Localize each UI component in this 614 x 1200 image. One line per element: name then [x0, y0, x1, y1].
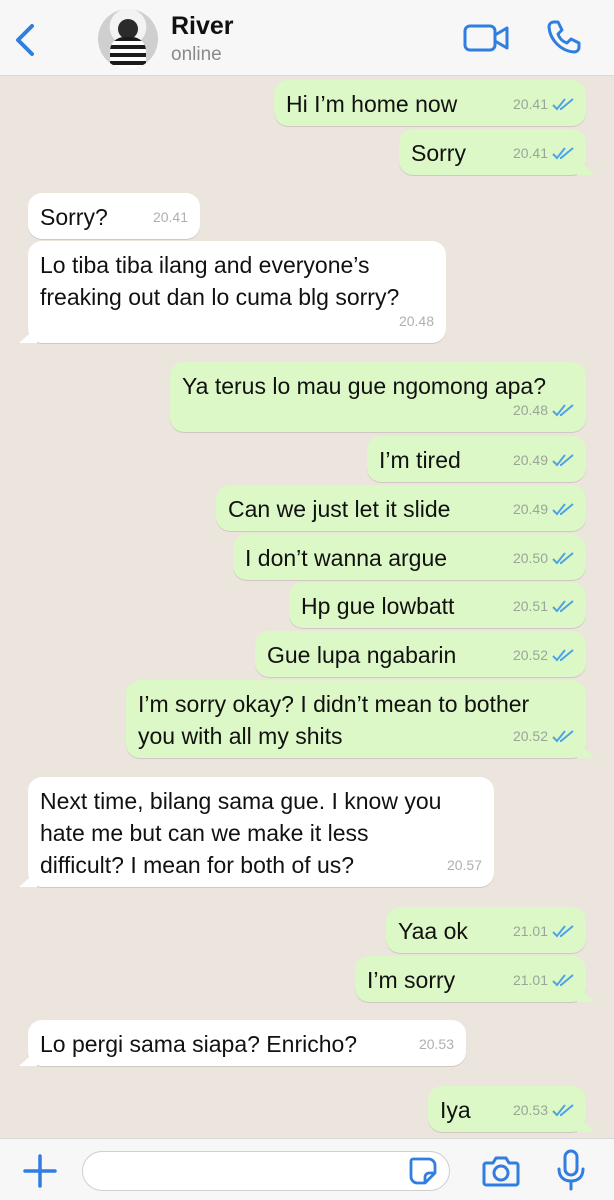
message-time: 20.53	[418, 1036, 454, 1052]
message-bubble-outgoing[interactable]: Sorry 20.41	[399, 129, 595, 175]
message-time: 20.41	[512, 145, 548, 161]
message-bubble-outgoing[interactable]: I don’t wanna argue 20.50	[233, 534, 586, 580]
double-check-icon	[552, 925, 574, 938]
message-meta: 20.48	[513, 394, 574, 426]
double-check-icon	[552, 974, 574, 987]
message-time: 20.57	[446, 857, 482, 873]
message-meta: 20.41	[513, 88, 574, 120]
message-meta: 21.01	[513, 915, 574, 947]
double-check-icon	[552, 454, 574, 467]
message-time: 20.49	[512, 452, 548, 468]
message-time: 20.48	[398, 313, 434, 329]
message-time: 20.48	[512, 402, 548, 418]
message-meta: 20.57	[447, 849, 482, 881]
message-meta: 20.53	[419, 1028, 454, 1060]
microphone-icon[interactable]	[556, 1149, 586, 1191]
composer-bar	[0, 1138, 614, 1200]
double-check-icon	[552, 503, 574, 516]
message-meta: 20.41	[513, 137, 574, 169]
message-text: I don’t wanna argue	[245, 545, 448, 571]
message-meta: 20.48	[399, 305, 434, 337]
double-check-icon	[552, 552, 574, 565]
contact-status: online	[171, 44, 222, 65]
message-bubble-outgoing[interactable]: Can we just let it slide 20.49	[216, 485, 586, 531]
message-text: Ya terus lo mau gue ngomong apa?	[182, 373, 546, 399]
double-check-icon	[552, 600, 574, 613]
message-input[interactable]	[82, 1151, 450, 1191]
message-time: 20.50	[512, 550, 548, 566]
message-meta: 20.41	[153, 201, 188, 233]
message-text: Next time, bilang sama gue. I know you h…	[40, 788, 442, 878]
message-time: 20.41	[152, 209, 188, 225]
double-check-icon	[552, 147, 574, 160]
message-bubble-outgoing[interactable]: Hi I’m home now 20.41	[274, 80, 586, 126]
plus-icon[interactable]	[22, 1153, 58, 1189]
message-bubble-outgoing[interactable]: Ya terus lo mau gue ngomong apa? 20.48	[170, 362, 586, 432]
double-check-icon	[552, 649, 574, 662]
double-check-icon	[552, 730, 574, 743]
message-bubble-outgoing[interactable]: Hp gue lowbatt 20.51	[289, 582, 586, 628]
message-bubble-outgoing[interactable]: Iya 20.53	[428, 1086, 595, 1132]
message-bubble-outgoing[interactable]: I’m sorry okay? I didn’t mean to bother …	[126, 680, 595, 758]
phone-icon[interactable]	[545, 18, 583, 56]
message-text: Lo tiba tiba ilang and everyone’s freaki…	[40, 252, 400, 310]
message-bubble-outgoing[interactable]: I’m sorry 21.01	[355, 956, 595, 1002]
sticker-icon[interactable]	[407, 1155, 439, 1187]
double-check-icon	[552, 404, 574, 417]
message-meta: 20.49	[513, 444, 574, 476]
message-text: Hp gue lowbatt	[301, 593, 455, 619]
contact-name[interactable]: River	[171, 12, 234, 41]
message-bubble-outgoing[interactable]: Gue lupa ngabarin 20.52	[255, 631, 586, 677]
message-time: 20.51	[512, 598, 548, 614]
message-time: 21.01	[512, 923, 548, 939]
message-meta: 21.01	[513, 964, 574, 996]
message-time: 20.53	[512, 1102, 548, 1118]
message-meta: 20.52	[513, 639, 574, 671]
message-bubble-incoming[interactable]: Sorry? 20.41	[28, 193, 200, 239]
message-time: 20.41	[512, 96, 548, 112]
message-text: Sorry	[411, 140, 466, 166]
message-bubble-outgoing[interactable]: I’m tired 20.49	[367, 436, 586, 482]
message-bubble-incoming[interactable]: Lo tiba tiba ilang and everyone’s freaki…	[19, 241, 446, 343]
message-text: I’m sorry	[367, 967, 456, 993]
chevron-left-icon[interactable]	[10, 20, 40, 60]
video-camera-icon[interactable]	[462, 20, 510, 56]
double-check-icon	[552, 1104, 574, 1117]
camera-icon[interactable]	[482, 1153, 520, 1189]
message-text: Sorry?	[40, 204, 108, 230]
message-meta: 20.52	[513, 720, 574, 752]
double-check-icon	[552, 98, 574, 111]
message-text: Yaa ok	[398, 918, 468, 944]
message-time: 20.52	[512, 647, 548, 663]
message-text: Gue lupa ngabarin	[267, 642, 457, 668]
chat-header: River online	[0, 0, 614, 76]
message-text: Lo pergi sama siapa? Enricho?	[40, 1031, 358, 1057]
avatar[interactable]	[98, 9, 158, 69]
message-time: 20.49	[512, 501, 548, 517]
message-meta: 20.51	[513, 590, 574, 622]
message-text: Hi I’m home now	[286, 91, 458, 117]
message-bubble-incoming[interactable]: Lo pergi sama siapa? Enricho? 20.53	[19, 1020, 466, 1066]
message-list[interactable]: Hi I’m home now 20.41 Sorry 20.41 Sorry?…	[0, 76, 614, 1138]
message-time: 20.52	[512, 728, 548, 744]
message-meta: 20.49	[513, 493, 574, 525]
message-text: Iya	[440, 1097, 471, 1123]
message-meta: 20.50	[513, 542, 574, 574]
message-bubble-outgoing[interactable]: Yaa ok 21.01	[386, 907, 586, 953]
message-text: Can we just let it slide	[228, 496, 451, 522]
message-text: I’m sorry okay? I didn’t mean to bother …	[138, 691, 530, 749]
message-text: I’m tired	[379, 447, 461, 473]
message-bubble-incoming[interactable]: Next time, bilang sama gue. I know you h…	[19, 777, 494, 887]
message-meta: 20.53	[513, 1094, 574, 1126]
message-time: 21.01	[512, 972, 548, 988]
